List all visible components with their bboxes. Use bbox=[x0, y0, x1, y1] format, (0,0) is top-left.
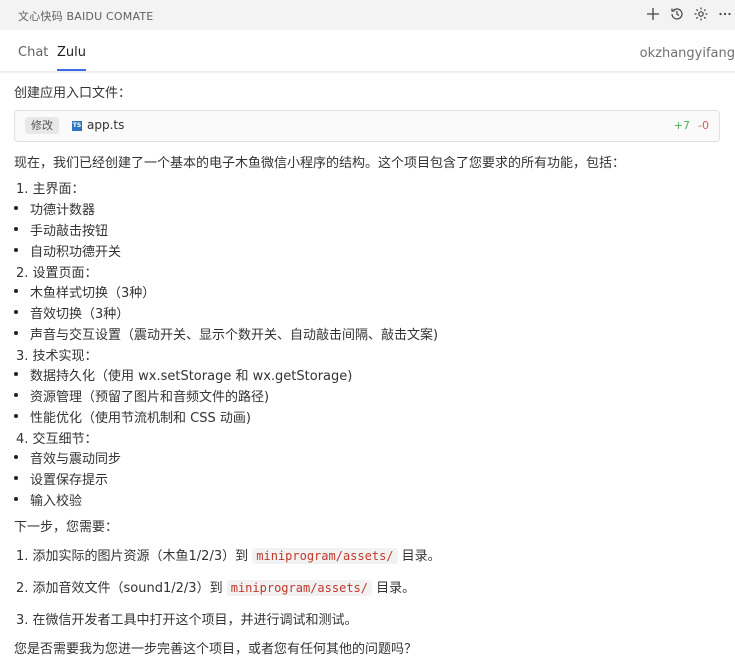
summary-text: 现在，我们已经创建了一个基本的电子木鱼微信小程序的结构。这个项目包含了您要求的所… bbox=[14, 156, 626, 171]
bullet-icon bbox=[14, 455, 18, 459]
code-path: miniprogram/assets/ bbox=[252, 548, 398, 564]
step-text: 1. 添加实际的图片资源（木鱼1/2/3）到 bbox=[16, 549, 249, 564]
step-item: 3. 在微信开发者工具中打开这个项目，并进行调试和测试。 bbox=[16, 613, 358, 628]
bullet-icon bbox=[14, 331, 18, 335]
bullet-icon bbox=[14, 476, 18, 480]
section-title: 1. 主界面： bbox=[16, 182, 85, 197]
user-name: okzhangyifang bbox=[639, 46, 735, 61]
history-icon[interactable] bbox=[667, 3, 687, 25]
intro-text: 创建应用入口文件： bbox=[14, 86, 132, 101]
bullet-icon bbox=[14, 372, 18, 376]
bullet-icon bbox=[14, 497, 18, 501]
plus-icon[interactable] bbox=[643, 3, 663, 25]
bullet-icon bbox=[14, 310, 18, 314]
next-steps-label: 下一步，您需要： bbox=[14, 520, 119, 535]
tab-zulu-label: Zulu bbox=[57, 45, 86, 60]
list-item: 设置保存提示 bbox=[30, 473, 109, 488]
deletions-count: -0 bbox=[698, 119, 709, 132]
closing-question: 您是否需要我为您进一步完善这个项目，或者您有任何其他的问题吗？ bbox=[14, 642, 418, 657]
bullet-icon bbox=[14, 393, 18, 397]
tab-bar: Chat Zulu okzhangyifang bbox=[0, 30, 735, 72]
list-item: 自动积功德开关 bbox=[30, 245, 122, 260]
title-actions bbox=[643, 3, 735, 25]
list-item: 性能优化（使用节流机制和 CSS 动画) bbox=[30, 411, 251, 426]
list-item: 输入校验 bbox=[30, 494, 83, 509]
bullet-icon bbox=[14, 414, 18, 418]
tab-chat[interactable]: Chat bbox=[18, 45, 48, 60]
step-item: 2. 添加音效文件（sound1/2/3）到 miniprogram/asset… bbox=[16, 577, 415, 596]
list-item: 数据持久化（使用 wx.setStorage 和 wx.getStorage) bbox=[30, 369, 353, 384]
modify-badge: 修改 bbox=[25, 117, 59, 134]
bullet-icon bbox=[14, 289, 18, 293]
list-item: 音效与震动同步 bbox=[30, 452, 122, 467]
list-item: 音效切换（3种） bbox=[30, 307, 130, 322]
step-text: 2. 添加音效文件（sound1/2/3）到 bbox=[16, 581, 223, 596]
additions-count: +7 bbox=[673, 119, 690, 132]
step-item: 1. 添加实际的图片资源（木鱼1/2/3）到 miniprogram/asset… bbox=[16, 545, 441, 564]
section-title: 3. 技术实现： bbox=[16, 349, 98, 364]
list-item: 功德计数器 bbox=[30, 203, 96, 218]
tab-zulu[interactable]: Zulu bbox=[57, 45, 86, 71]
bullet-icon bbox=[14, 227, 18, 231]
file-name: app.ts bbox=[87, 118, 125, 132]
more-icon[interactable] bbox=[715, 3, 735, 25]
file-change-card[interactable]: 修改 TS app.ts +7 -0 bbox=[14, 110, 720, 142]
section-title: 4. 交互细节： bbox=[16, 432, 98, 447]
bullet-icon bbox=[14, 206, 18, 210]
code-path: miniprogram/assets/ bbox=[226, 580, 372, 596]
section-title: 2. 设置页面： bbox=[16, 266, 98, 281]
gear-icon[interactable] bbox=[691, 3, 711, 25]
title-bar: 文心快码 BAIDU COMATE bbox=[0, 0, 735, 30]
app-title: 文心快码 BAIDU COMATE bbox=[18, 10, 154, 23]
step-suffix: 目录。 bbox=[401, 549, 441, 564]
list-item: 资源管理（预留了图片和音频文件的路径) bbox=[30, 390, 270, 405]
list-item: 木鱼样式切换（3种） bbox=[30, 286, 156, 301]
bullet-icon bbox=[14, 248, 18, 252]
step-suffix: 目录。 bbox=[376, 581, 416, 596]
header-divider bbox=[0, 71, 735, 74]
list-item: 手动敲击按钮 bbox=[30, 224, 109, 239]
list-item: 声音与交互设置（震动开关、显示个数开关、自动敲击间隔、敲击文案) bbox=[30, 328, 439, 343]
typescript-file-icon: TS bbox=[72, 121, 82, 131]
